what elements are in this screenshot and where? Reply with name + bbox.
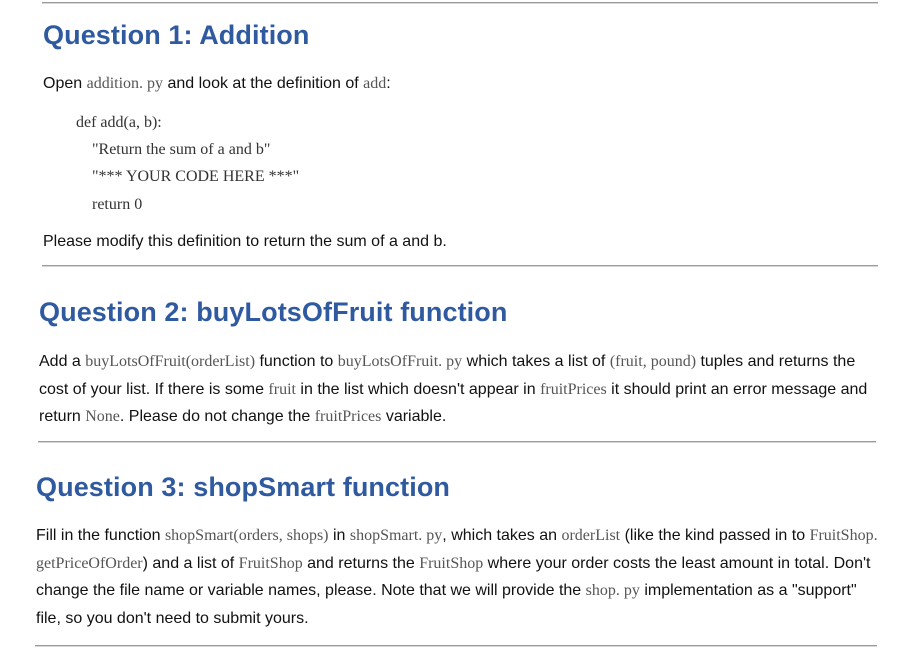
- function-name-add: add: [363, 75, 387, 92]
- question-2-body: Add a buyLotsOfFruit(orderList) function…: [39, 348, 881, 431]
- q3-text-5: ) and a list of: [142, 554, 239, 572]
- q3-code-fruitshop-2: FruitShop: [419, 554, 484, 572]
- q2-text-5: in the list which doesn't appear in: [295, 380, 541, 398]
- q3-text-1: Fill in the function: [36, 527, 165, 544]
- divider-after-q3: [35, 645, 877, 646]
- q2-text-7: . Please do not change the: [119, 408, 315, 425]
- code-block-add: def add(a, b): "Return the sum of a and …: [76, 109, 879, 219]
- q2-code-filename: buyLotsOfFruit. py: [337, 353, 463, 370]
- code-line-1: def add(a, b):: [76, 113, 162, 131]
- code-line-2: "Return the sum of a and b": [76, 140, 271, 158]
- question-3-section: Question 3: shopSmart function Fill in t…: [36, 472, 882, 632]
- q3-text-6: and returns the: [302, 554, 420, 572]
- question-1-intro: Open addition. py and look at the defini…: [43, 70, 879, 98]
- question-1-outro: Please modify this definition to return …: [43, 233, 447, 251]
- q3-text-3: , which takes an: [442, 527, 562, 544]
- filename-addition: addition. py: [86, 75, 164, 92]
- code-line-4: return 0: [76, 195, 143, 213]
- q2-code-none: None: [85, 408, 120, 425]
- q3-code-shopsmart-fn: shopSmart(orders, shops): [164, 527, 329, 544]
- q2-code-tuple: (fruit, pound): [609, 353, 697, 370]
- q3-code-shop-py: shop. py: [585, 582, 640, 599]
- question-1-title: Question 1: Addition: [43, 20, 310, 50]
- q2-code-fruit: fruit: [268, 380, 296, 398]
- q3-text-2: in: [328, 527, 350, 544]
- question-3-body: Fill in the function shopSmart(orders, s…: [36, 522, 882, 632]
- question-3-title: Question 3: shopSmart function: [36, 472, 451, 502]
- question-2-section: Question 2: buyLotsOfFruit function Add …: [39, 297, 881, 431]
- q2-code-fruitprices-2: fruitPrices: [314, 408, 382, 425]
- q3-text-4: (like the kind passed in to: [620, 527, 810, 544]
- intro-text-3: :: [386, 75, 391, 92]
- q2-text-1: Add a: [39, 353, 86, 370]
- q3-code-fruitshop: FruitShop: [238, 554, 303, 572]
- q2-text-3: which takes a list of: [462, 353, 610, 370]
- intro-text-2: and look at the definition of: [163, 75, 364, 92]
- q2-text-2: function to: [255, 353, 338, 370]
- q3-code-orderlist: orderList: [561, 527, 621, 544]
- q2-code-buylotsoffruit-fn: buyLotsOfFruit(orderList): [85, 353, 256, 370]
- intro-text-1: Open: [43, 75, 87, 92]
- q2-text-8: variable.: [381, 408, 447, 425]
- code-line-3: "*** YOUR CODE HERE ***": [76, 168, 300, 186]
- divider-after-q1: [42, 265, 878, 266]
- q3-code-filename: shopSmart. py: [349, 527, 443, 544]
- question-2-title: Question 2: buyLotsOfFruit function: [39, 297, 508, 327]
- q2-code-fruitprices: fruitPrices: [540, 380, 607, 398]
- question-1-section: Question 1: Addition Open addition. py a…: [43, 20, 879, 256]
- divider-after-q2: [38, 441, 876, 442]
- top-divider: [42, 2, 878, 3]
